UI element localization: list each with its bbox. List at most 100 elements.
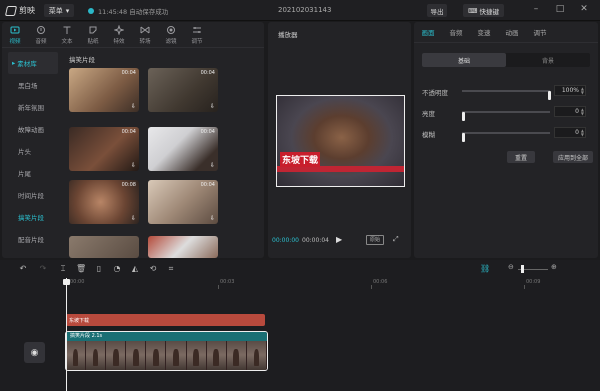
- redo-icon[interactable]: ↷: [38, 263, 48, 274]
- video-clip[interactable]: 搞笑片段 2.1s: [65, 331, 268, 371]
- category-item[interactable]: 片头: [2, 140, 62, 162]
- clip-thumbnail[interactable]: 00:04 ⇩: [148, 180, 218, 224]
- zoom-handle[interactable]: [521, 265, 524, 273]
- total-time: 00:00:04: [302, 237, 329, 244]
- blur-value: 0: [575, 129, 579, 136]
- play-icon[interactable]: ▶: [336, 235, 342, 244]
- category-item[interactable]: 片尾: [2, 162, 62, 184]
- tab-picture[interactable]: 画面: [414, 22, 442, 42]
- download-icon[interactable]: ⇩: [130, 215, 137, 222]
- clip-thumbnail[interactable]: 00:04 ⇩: [148, 68, 218, 112]
- category-item[interactable]: 时间片段: [2, 184, 62, 206]
- clip-duration: 00:04: [200, 182, 215, 188]
- tab-label: 调节: [191, 38, 203, 45]
- crop-icon[interactable]: ⌗: [166, 263, 176, 274]
- text-clip[interactable]: 东坡下载: [66, 314, 265, 326]
- tab-filter[interactable]: 滤镜: [158, 22, 184, 47]
- blur-input[interactable]: 0 ▲ ▼: [554, 127, 586, 138]
- stepper-icon[interactable]: ▲ ▼: [581, 129, 584, 137]
- playhead-handle[interactable]: [63, 279, 70, 285]
- freeze-icon[interactable]: ▯: [94, 263, 104, 274]
- frame-thumb: [106, 341, 127, 370]
- reverse-icon[interactable]: ◔: [112, 263, 122, 274]
- tab-effects[interactable]: 特效: [106, 22, 132, 47]
- category-item[interactable]: 配音片段: [2, 228, 62, 250]
- cover-button[interactable]: ◉: [24, 342, 45, 363]
- opacity-input[interactable]: 100% ▲ ▼: [554, 85, 586, 96]
- category-item[interactable]: 新年氛围: [2, 96, 62, 118]
- clip-thumbnail[interactable]: 00:04 ⇩: [69, 68, 139, 112]
- apply-all-button[interactable]: 应用到全部: [553, 151, 593, 163]
- opacity-value: 100%: [561, 87, 579, 94]
- zoom-in-icon[interactable]: ⊕: [551, 263, 557, 271]
- caption-text[interactable]: 东坡下载: [280, 152, 321, 167]
- tab-animation[interactable]: 动画: [498, 22, 526, 42]
- tab-text[interactable]: 文本: [54, 22, 80, 47]
- tab-adjust[interactable]: 调节: [184, 22, 210, 47]
- split-icon[interactable]: ⌶: [58, 263, 68, 274]
- download-icon[interactable]: ⇩: [209, 103, 216, 110]
- slider-handle[interactable]: [462, 112, 465, 121]
- blur-slider[interactable]: [462, 132, 550, 142]
- download-icon[interactable]: ⇩: [130, 103, 137, 110]
- stepper-icon[interactable]: ▲ ▼: [581, 87, 584, 95]
- category-item[interactable]: 黑白场: [2, 74, 62, 96]
- menu-button[interactable]: 菜单 ▾: [44, 4, 74, 17]
- close-icon[interactable]: ✕: [578, 3, 590, 16]
- clip-thumbnail[interactable]: 00:04 ⇩: [148, 127, 218, 171]
- download-icon[interactable]: ⇩: [209, 162, 216, 169]
- rotate-icon[interactable]: ⟲: [148, 263, 158, 274]
- clip-thumbnail[interactable]: [69, 236, 139, 258]
- segment-background[interactable]: 背景: [506, 53, 590, 67]
- tab-video[interactable]: 视频: [2, 22, 28, 47]
- playhead[interactable]: [66, 278, 67, 391]
- category-item[interactable]: 故障动画: [2, 118, 62, 140]
- tab-sticker[interactable]: 贴纸: [80, 22, 106, 47]
- current-time: 00:00:00: [272, 237, 299, 244]
- slider-handle[interactable]: [548, 91, 551, 100]
- clip-duration: 00:04: [200, 70, 215, 76]
- category-library[interactable]: 素材库: [8, 52, 58, 74]
- download-icon[interactable]: ⇩: [130, 162, 137, 169]
- maximize-icon[interactable]: □: [554, 3, 566, 16]
- clip-thumbnail[interactable]: 00:04 ⇩: [69, 127, 139, 171]
- category-item-funny[interactable]: 搞笑片段: [2, 206, 62, 228]
- clip-thumbnail[interactable]: 00:08 ⇩: [69, 180, 139, 224]
- slider-handle[interactable]: [462, 133, 465, 142]
- brightness-input[interactable]: 0 ▲ ▼: [554, 106, 586, 117]
- fullscreen-icon[interactable]: ⤢: [393, 235, 399, 244]
- video-preview[interactable]: 东坡下载: [276, 95, 405, 187]
- frame-thumb: [126, 341, 147, 370]
- undo-icon[interactable]: ↶: [18, 263, 28, 274]
- export-button[interactable]: 导出: [427, 4, 447, 17]
- transition-icon: [140, 26, 150, 33]
- link-icon[interactable]: ⛓: [480, 263, 490, 274]
- opacity-slider[interactable]: [462, 90, 551, 100]
- minimize-icon[interactable]: –: [530, 3, 542, 16]
- app-name: 剪映: [19, 6, 35, 15]
- tick-label: 00:09: [526, 279, 541, 285]
- mirror-icon[interactable]: ◭: [130, 263, 140, 274]
- tab-adjust[interactable]: 调节: [526, 22, 554, 42]
- media-tabs: 视频 音频 文本 贴纸 特效 转场 滤镜 调节: [2, 22, 264, 48]
- segment-basic[interactable]: 基础: [422, 53, 506, 67]
- download-icon[interactable]: ⇩: [209, 215, 216, 222]
- brightness-slider[interactable]: [462, 111, 550, 121]
- video-clip-header: 搞笑片段 2.1s: [66, 332, 267, 341]
- delete-icon[interactable]: 🗑: [76, 263, 86, 274]
- cover-icon: ◉: [30, 347, 39, 358]
- frame-thumb: [146, 341, 167, 370]
- clip-thumbnail[interactable]: [148, 236, 218, 258]
- property-tabs: 画面 音频 变速 动画 调节: [414, 22, 598, 43]
- time-ruler[interactable]: 00:00 00:03 00:06 00:09: [0, 278, 600, 289]
- aspect-ratio-button[interactable]: 原始: [366, 235, 384, 245]
- tab-audio[interactable]: 音频: [442, 22, 470, 42]
- video-icon: [10, 26, 20, 33]
- zoom-out-icon[interactable]: ⊖: [508, 263, 514, 271]
- stepper-icon[interactable]: ▲ ▼: [581, 108, 584, 116]
- tab-audio[interactable]: 音频: [28, 22, 54, 47]
- tab-speed[interactable]: 变速: [470, 22, 498, 42]
- tab-transition[interactable]: 转场: [132, 22, 158, 47]
- reset-button[interactable]: 重置: [507, 151, 535, 163]
- shortcuts-button[interactable]: ⌨ 快捷键: [463, 4, 504, 17]
